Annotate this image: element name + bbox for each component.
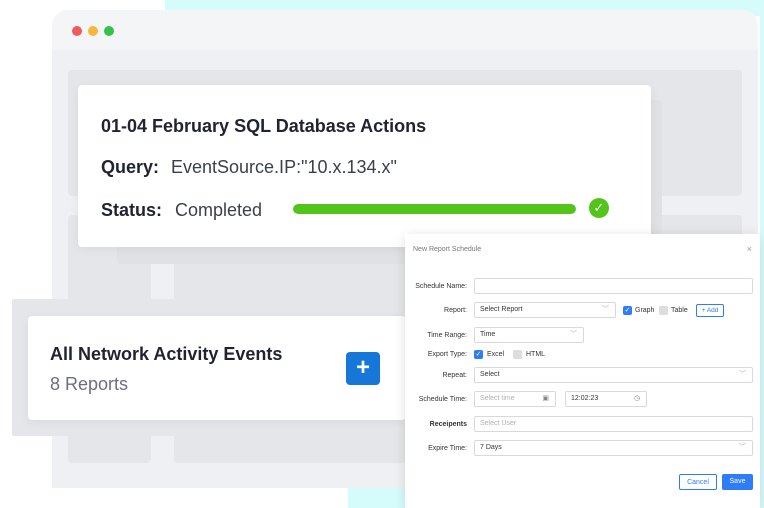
schedule-time-value: 12:02:23: [571, 395, 599, 402]
window-close-dot[interactable]: [72, 26, 82, 36]
chevron-down-icon: ﹀: [739, 444, 746, 451]
repeat-value: Select: [480, 371, 500, 378]
repeat-label: Repeat:: [442, 372, 467, 379]
excel-checkbox-label: Excel: [487, 351, 505, 358]
html-checkbox-label: HTML: [526, 351, 546, 358]
clock-icon: ◷: [633, 395, 640, 402]
schedule-name-input[interactable]: [474, 278, 753, 294]
schedule-date-placeholder: Select time: [480, 395, 515, 402]
table-checkbox-label: Table: [671, 307, 688, 314]
add-report-button[interactable]: +: [346, 352, 380, 385]
expire-time-select[interactable]: 7 Days ﹀: [474, 440, 753, 456]
window-maximize-dot[interactable]: [104, 26, 114, 36]
status-progress-bar: [293, 204, 576, 214]
network-activity-card: All Network Activity Events 8 Reports +: [28, 316, 406, 420]
add-report-option-button[interactable]: + Add: [696, 304, 724, 317]
schedule-time-input[interactable]: 12:02:23 ◷: [565, 391, 647, 407]
save-button[interactable]: Save: [722, 474, 753, 490]
schedule-time-label: Schedule Time:: [418, 396, 467, 403]
status-label: Status:: [101, 200, 163, 220]
check-circle-icon: ✓: [589, 198, 609, 218]
export-type-label: Export Type:: [427, 351, 467, 358]
time-range-value: Time: [480, 331, 496, 338]
chevron-down-icon: ﹀: [739, 371, 746, 378]
new-report-schedule-dialog: New Report Schedule × Schedule Name: Rep…: [405, 234, 760, 508]
time-range-select[interactable]: Time ﹀: [474, 327, 584, 343]
status-value: Completed: [175, 200, 263, 220]
recipients-label: Receipents: [429, 421, 467, 428]
report-select-value: Select Report: [480, 306, 523, 313]
window-minimize-dot[interactable]: [88, 26, 98, 36]
network-card-report-count: 8 Reports: [50, 374, 129, 394]
expire-time-label: Expire Time:: [428, 445, 467, 452]
graph-checkbox-label: Graph: [635, 307, 655, 314]
expire-time-value: 7 Days: [480, 444, 502, 451]
network-card-title: All Network Activity Events: [50, 344, 283, 364]
query-label: Query:: [101, 157, 160, 177]
chevron-down-icon: ﹀: [570, 331, 577, 338]
dialog-title: New Report Schedule: [413, 246, 482, 253]
schedule-name-label: Schedule Name:: [415, 283, 467, 290]
cancel-button[interactable]: Cancel: [679, 474, 717, 490]
status-progress-fill: [293, 204, 576, 214]
sql-report-card: 01-04 February SQL Database Actions Quer…: [78, 85, 651, 247]
excel-checkbox[interactable]: ✓: [474, 350, 483, 359]
repeat-select[interactable]: Select ﹀: [474, 367, 753, 383]
calendar-icon: ▣: [542, 395, 549, 402]
close-icon[interactable]: ×: [747, 244, 752, 254]
browser-titlebar: [52, 10, 758, 50]
graph-checkbox[interactable]: ✓: [623, 306, 632, 315]
report-label: Report:: [444, 307, 467, 314]
recipients-select[interactable]: Select User: [474, 416, 753, 432]
recipients-placeholder: Select User: [480, 420, 517, 427]
report-select[interactable]: Select Report ﹀: [474, 302, 616, 318]
sql-report-title: 01-04 February SQL Database Actions: [101, 116, 427, 136]
table-checkbox[interactable]: [659, 306, 668, 315]
query-value: EventSource.IP:"10.x.134.x": [171, 157, 397, 177]
time-range-label: Time Range:: [427, 332, 467, 339]
schedule-date-input[interactable]: Select time ▣: [474, 391, 556, 407]
chevron-down-icon: ﹀: [602, 306, 609, 313]
background-accent-right: [760, 0, 764, 508]
background-accent-bottom: [348, 488, 408, 508]
html-checkbox[interactable]: [513, 350, 522, 359]
